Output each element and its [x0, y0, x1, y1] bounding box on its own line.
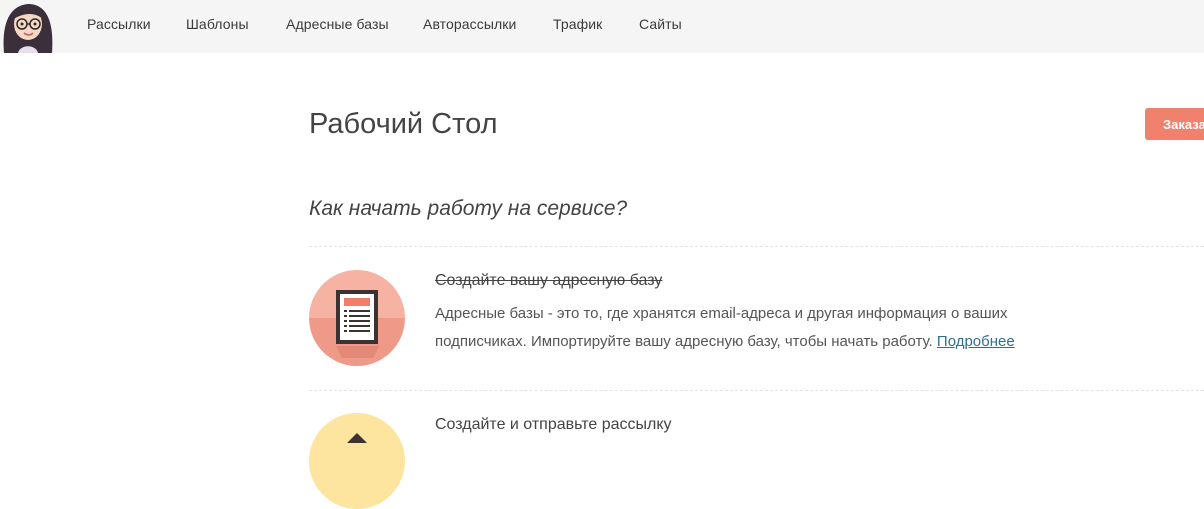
step-1-description: Адресные базы - это то, где хранятся ema… — [435, 300, 1075, 356]
envelope-icon — [309, 413, 405, 509]
user-avatar[interactable] — [0, 0, 56, 53]
getting-started-heading: Как начать работу на сервисе? — [309, 197, 628, 220]
more-link[interactable]: Подробнее — [937, 333, 1015, 350]
document-list-icon — [309, 270, 405, 366]
step-1-description-text: подписчиках. Импортируйте вашу адресную … — [435, 333, 933, 350]
step-1-description-line-1: Адресные базы - это то, где хранятся ema… — [435, 305, 1008, 322]
nav-templates[interactable]: Шаблоны — [186, 16, 249, 32]
nav-traffic[interactable]: Трафик — [553, 16, 602, 32]
top-nav-bar: Рассылки Шаблоны Адресные базы Авторассы… — [0, 0, 1204, 53]
step-1-icon — [309, 270, 405, 366]
order-button[interactable]: Заказа — [1145, 108, 1204, 140]
section-divider — [309, 246, 1204, 247]
step-1-description-line-2: подписчиках. Импортируйте вашу адресную … — [435, 328, 1075, 356]
step-2-title[interactable]: Создайте и отправьте рассылку — [435, 416, 672, 434]
nav-automations[interactable]: Авторассылки — [423, 16, 516, 32]
nav-address-books[interactable]: Адресные базы — [286, 16, 389, 32]
step-1-title[interactable]: Создайте вашу адресную базу — [435, 272, 662, 290]
step-2-icon — [309, 413, 405, 509]
user-avatar-illustration — [3, 4, 53, 53]
page-title: Рабочий Стол — [309, 108, 498, 140]
nav-mailings[interactable]: Рассылки — [87, 16, 151, 32]
nav-sites[interactable]: Сайты — [639, 16, 682, 32]
step-divider — [309, 390, 1204, 391]
